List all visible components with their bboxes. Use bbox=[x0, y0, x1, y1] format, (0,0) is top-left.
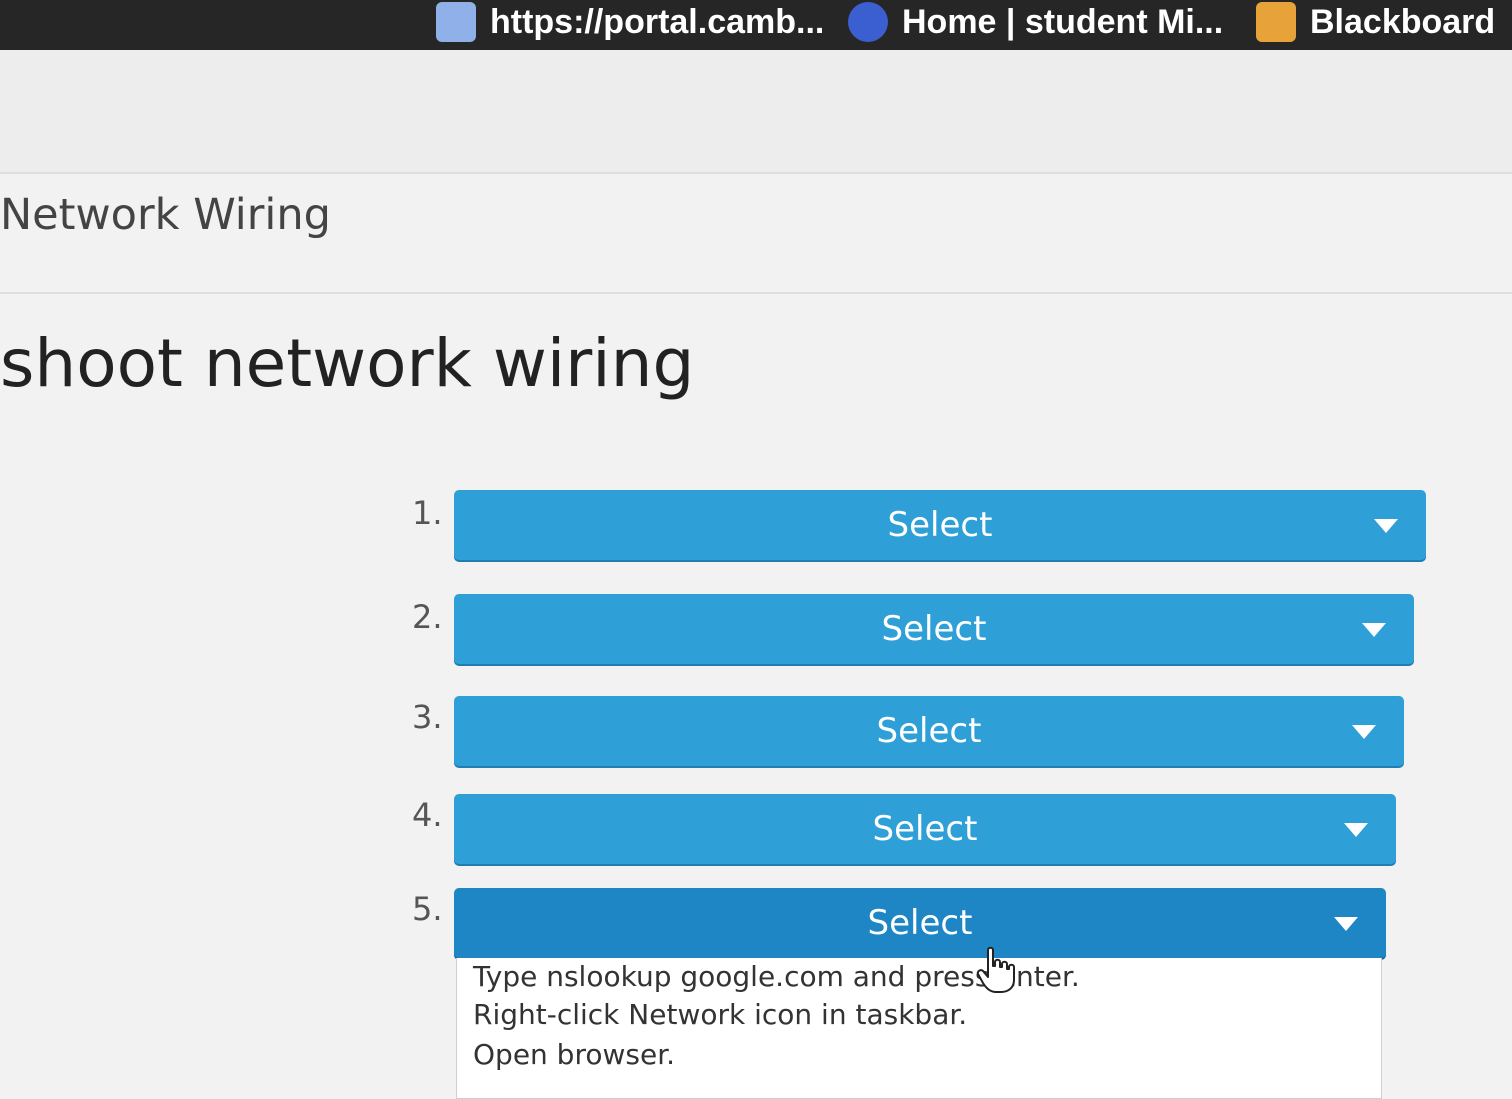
chevron-down-icon bbox=[1334, 917, 1358, 931]
student-home-favicon-icon bbox=[848, 2, 888, 42]
blackboard-favicon-icon bbox=[1256, 2, 1296, 42]
bookmarks-bar: https://portal.camb... Home | student Mi… bbox=[0, 0, 1512, 50]
chevron-down-icon bbox=[1374, 519, 1398, 533]
dropdown-option[interactable]: Open browser. bbox=[473, 1038, 675, 1071]
bookmark-label: Blackboard bbox=[1310, 2, 1496, 41]
step-number-4: 4. bbox=[412, 796, 443, 834]
chevron-down-icon bbox=[1344, 823, 1368, 837]
step-5-dropdown-menu: Type nslookup google.com and press Enter… bbox=[456, 958, 1382, 1099]
bookmark-label: https://portal.camb... bbox=[490, 2, 825, 41]
breadcrumb: Network Wiring bbox=[0, 190, 331, 240]
divider bbox=[0, 172, 1512, 174]
step-2-select[interactable]: Select bbox=[454, 594, 1414, 664]
step-number-3: 3. bbox=[412, 698, 443, 736]
chevron-down-icon bbox=[1362, 623, 1386, 637]
page-header-band bbox=[0, 50, 1512, 172]
page-title: shoot network wiring bbox=[0, 325, 695, 402]
step-3-select[interactable]: Select bbox=[454, 696, 1404, 766]
step-number-1: 1. bbox=[412, 494, 443, 532]
bookmark-blackboard[interactable]: Blackboard bbox=[1256, 0, 1495, 44]
select-label: Select bbox=[881, 609, 987, 649]
portal-favicon-icon bbox=[436, 2, 476, 42]
select-label: Select bbox=[887, 505, 993, 545]
dropdown-option[interactable]: Right-click Network icon in taskbar. bbox=[473, 998, 967, 1031]
step-4-select[interactable]: Select bbox=[454, 794, 1396, 864]
step-number-2: 2. bbox=[412, 598, 443, 636]
select-label: Select bbox=[872, 809, 978, 849]
bookmark-label: Home | student Mi... bbox=[902, 2, 1224, 41]
divider bbox=[0, 292, 1512, 294]
select-label: Select bbox=[867, 903, 973, 943]
step-number-5: 5. bbox=[412, 890, 443, 928]
bookmark-student-home[interactable]: Home | student Mi... bbox=[848, 0, 1223, 44]
bookmark-portal[interactable]: https://portal.camb... bbox=[436, 0, 824, 44]
step-5-select[interactable]: Select bbox=[454, 888, 1386, 958]
step-1-select[interactable]: Select bbox=[454, 490, 1426, 560]
hand-pointer-icon bbox=[976, 946, 1015, 993]
chevron-down-icon bbox=[1352, 725, 1376, 739]
select-label: Select bbox=[876, 711, 982, 751]
